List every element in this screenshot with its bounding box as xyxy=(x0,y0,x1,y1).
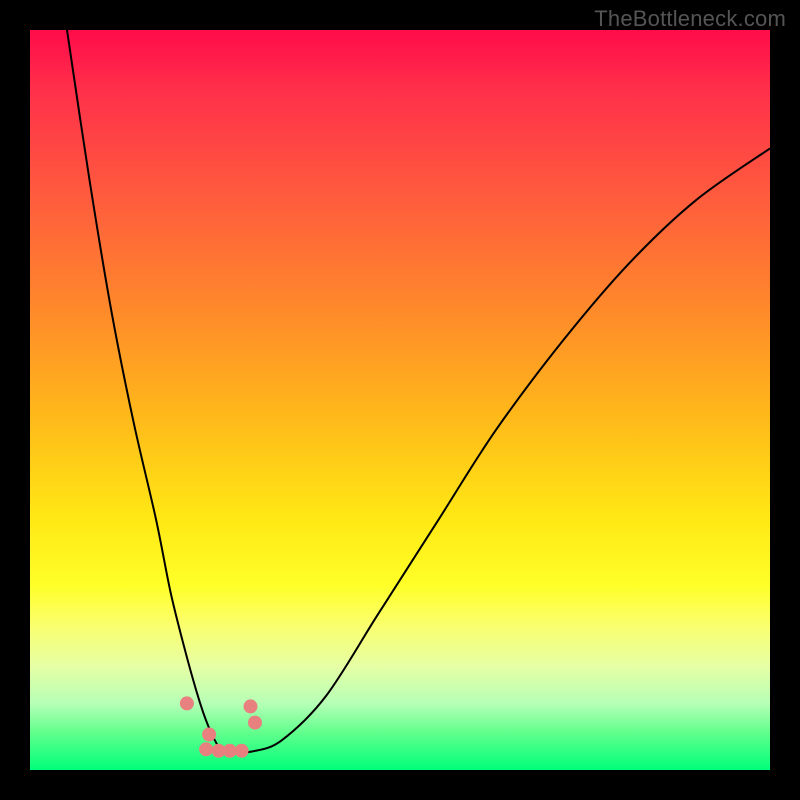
data-point xyxy=(180,696,194,710)
watermark-text: TheBottleneck.com xyxy=(594,6,786,32)
bottleneck-curve xyxy=(67,30,770,753)
data-point xyxy=(202,728,216,742)
data-point xyxy=(235,744,249,758)
chart-svg xyxy=(30,30,770,770)
data-dots xyxy=(180,696,262,757)
data-point xyxy=(199,742,213,756)
data-point xyxy=(244,699,258,713)
plot-area xyxy=(30,30,770,770)
outer-frame: TheBottleneck.com xyxy=(0,0,800,800)
data-point xyxy=(248,716,262,730)
